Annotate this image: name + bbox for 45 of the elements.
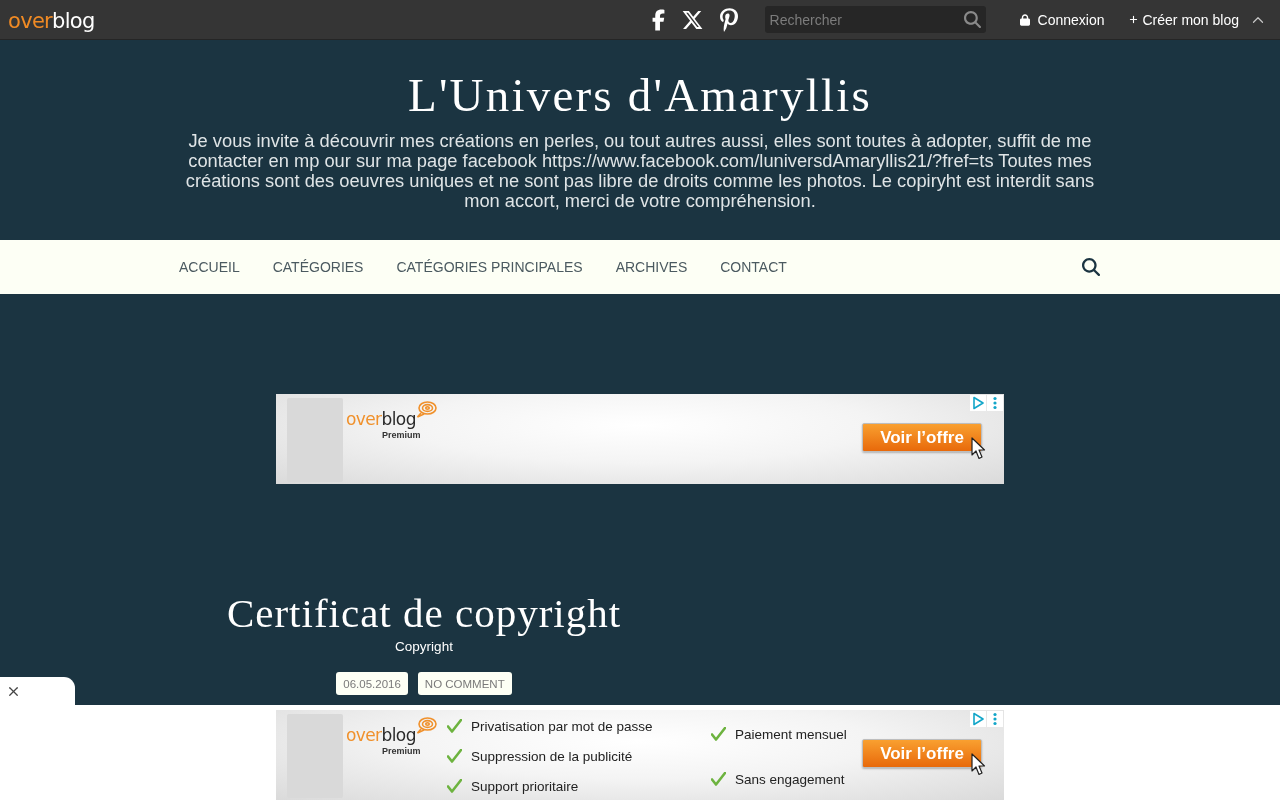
blog-description: Je vous invite à découvrir mes créations en perles, ou tout autres aussi, elles sont toutes à adopter, suffit de me contacter en mp our sur ma page facebook https://www.facebook.com/luniversdAmaryllis21/?fref=ts Toutes mes créations sont des oeuvres uniques et ne sont pas libre de droits comme les photos. Le copiryht est interdit sans mon accort, merci de votre compréhension. — [184, 131, 1096, 211]
check-icon — [447, 779, 462, 793]
ad-banner[interactable]: overblog Premium Voir l’offre — [276, 394, 1004, 484]
more-options-icon[interactable] — [987, 395, 1003, 411]
blog-title: L'Univers d'Amaryllis — [408, 68, 872, 123]
more-options-icon[interactable] — [987, 711, 1003, 727]
nav-link[interactable]: CONTACT — [720, 259, 787, 275]
create-blog-link[interactable]: Créer mon blog — [1142, 11, 1239, 28]
ad-logo-caption: Premium — [382, 746, 421, 756]
swirl-icon — [415, 717, 437, 734]
feature-text: Support prioritaire — [471, 778, 579, 794]
search-field[interactable]: Rechercher — [764, 6, 986, 33]
nav-link[interactable]: CATÉGORIES — [272, 259, 364, 275]
login-link[interactable]: Connexion — [1037, 11, 1105, 28]
site-logo[interactable]: overblog — [8, 9, 95, 33]
date-tag: 06.05.2016 — [336, 672, 408, 695]
feature-text: Suppression de la publicité — [471, 748, 633, 764]
feature-text: Paiement mensuel — [735, 726, 847, 742]
plus-icon — [1128, 15, 1138, 24]
lock-icon — [1019, 13, 1030, 26]
nav-link[interactable]: CATÉGORIES PRINCIPALES — [396, 259, 583, 275]
ad-logo-text: overblog — [346, 726, 416, 745]
cursor-icon — [971, 437, 986, 460]
search-icon[interactable] — [1082, 258, 1100, 276]
check-icon — [711, 772, 726, 786]
feature-text: Privatisation par mot de passe — [471, 718, 653, 734]
ad-banner[interactable]: overblog Premium Privatisation par mot de passe Suppression de la publicité Support prioritaire Paiement mensuel Sans engagement Voir l’offre — [276, 710, 1004, 800]
category-link[interactable]: Copyright — [395, 638, 453, 656]
feature-text: Sans engagement — [735, 771, 845, 787]
ad-logo-text: overblog — [346, 410, 416, 429]
cursor-icon — [971, 753, 986, 776]
comment-count-tag[interactable]: NO COMMENT — [417, 672, 512, 695]
facebook-icon[interactable] — [651, 8, 665, 31]
article-title: Certificat de copyright — [226, 589, 622, 637]
check-icon — [447, 749, 462, 763]
pinterest-icon[interactable] — [719, 7, 738, 32]
ad-choices-icon[interactable] — [970, 711, 986, 727]
nav-link[interactable]: ACCUEIL — [179, 259, 240, 275]
ad-logo-caption: Premium — [382, 430, 421, 440]
check-icon — [447, 719, 462, 733]
ad-choices-icon[interactable] — [970, 395, 986, 411]
x-logo-icon[interactable] — [680, 8, 704, 31]
check-icon — [711, 727, 726, 741]
nav-link[interactable]: ARCHIVES — [615, 259, 688, 275]
swirl-icon — [415, 401, 437, 418]
